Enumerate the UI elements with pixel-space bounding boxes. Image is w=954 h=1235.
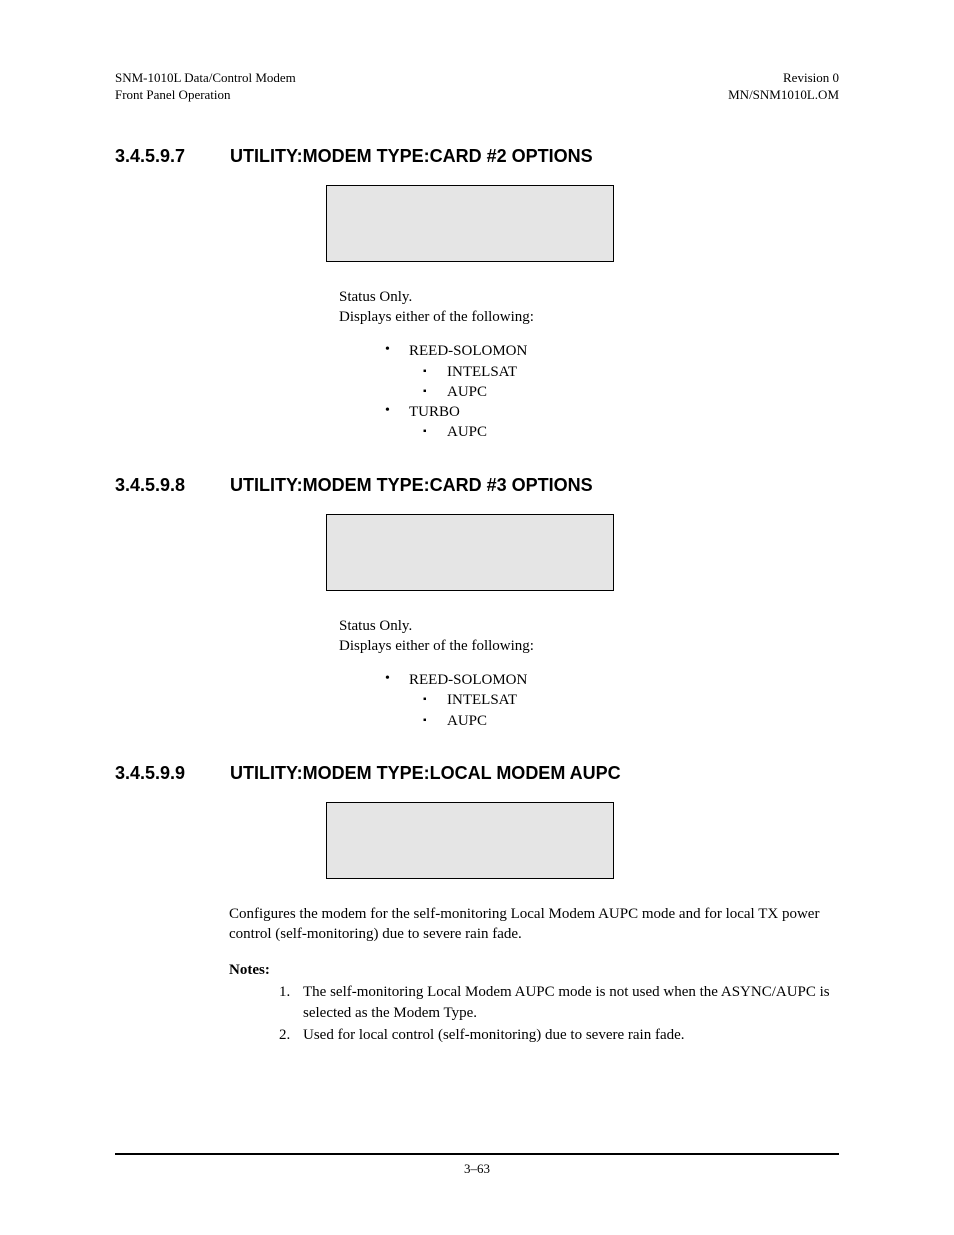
note-number: 1. [279,982,290,1002]
status-text: Status Only. Displays either of the foll… [339,287,839,328]
page-footer: 3–63 [115,1153,839,1177]
config-description: Configures the modem for the self-monito… [229,904,839,945]
section-title: UTILITY:MODEM TYPE:CARD #2 OPTIONS [230,146,839,167]
display-box [326,514,614,591]
page-header: SNM-1010L Data/Control Modem Front Panel… [115,70,839,104]
section-number: 3.4.5.9.9 [115,763,230,784]
status-line: Status Only. [339,616,839,636]
note-text: Used for local control (self-monitoring)… [303,1027,685,1043]
section-title: UTILITY:MODEM TYPE:LOCAL MODEM AUPC [230,763,839,784]
section-card2-options: 3.4.5.9.7 UTILITY:MODEM TYPE:CARD #2 OPT… [115,146,839,443]
note-text: The self-monitoring Local Modem AUPC mod… [303,984,830,1020]
document-subtitle: Front Panel Operation [115,87,296,104]
list-item: REED-SOLOMON [377,670,839,690]
page-number: 3–63 [464,1161,490,1176]
display-box [326,802,614,879]
display-box [326,185,614,262]
header-left: SNM-1010L Data/Control Modem Front Panel… [115,70,296,104]
section-local-modem-aupc: 3.4.5.9.9 UTILITY:MODEM TYPE:LOCAL MODEM… [115,763,839,1045]
header-right: Revision 0 MN/SNM1010L.OM [728,70,839,104]
list-item: INTELSAT [377,362,839,382]
status-text: Status Only. Displays either of the foll… [339,616,839,657]
note-number: 2. [279,1025,290,1045]
section-heading: 3.4.5.9.9 UTILITY:MODEM TYPE:LOCAL MODEM… [115,763,839,784]
list-item: TURBO [377,402,839,422]
section-number: 3.4.5.9.7 [115,146,230,167]
list-item: AUPC [377,422,839,442]
status-line: Status Only. [339,287,839,307]
document-code: MN/SNM1010L.OM [728,87,839,104]
options-list: REED-SOLOMON INTELSAT AUPC TURBO AUPC [377,341,839,442]
note-item: 1. The self-monitoring Local Modem AUPC … [279,982,839,1023]
document-title: SNM-1010L Data/Control Modem [115,70,296,87]
revision-label: Revision 0 [728,70,839,87]
list-item: INTELSAT [377,690,839,710]
status-line: Displays either of the following: [339,636,839,656]
list-item: AUPC [377,711,839,731]
list-item: REED-SOLOMON [377,341,839,361]
list-item: AUPC [377,382,839,402]
options-list: REED-SOLOMON INTELSAT AUPC [377,670,839,731]
section-heading: 3.4.5.9.8 UTILITY:MODEM TYPE:CARD #3 OPT… [115,475,839,496]
status-line: Displays either of the following: [339,307,839,327]
section-number: 3.4.5.9.8 [115,475,230,496]
section-card3-options: 3.4.5.9.8 UTILITY:MODEM TYPE:CARD #3 OPT… [115,475,839,731]
section-title: UTILITY:MODEM TYPE:CARD #3 OPTIONS [230,475,839,496]
notes-list: 1. The self-monitoring Local Modem AUPC … [279,982,839,1045]
section-heading: 3.4.5.9.7 UTILITY:MODEM TYPE:CARD #2 OPT… [115,146,839,167]
notes-heading: Notes: [229,962,839,979]
note-item: 2. Used for local control (self-monitori… [279,1025,839,1045]
